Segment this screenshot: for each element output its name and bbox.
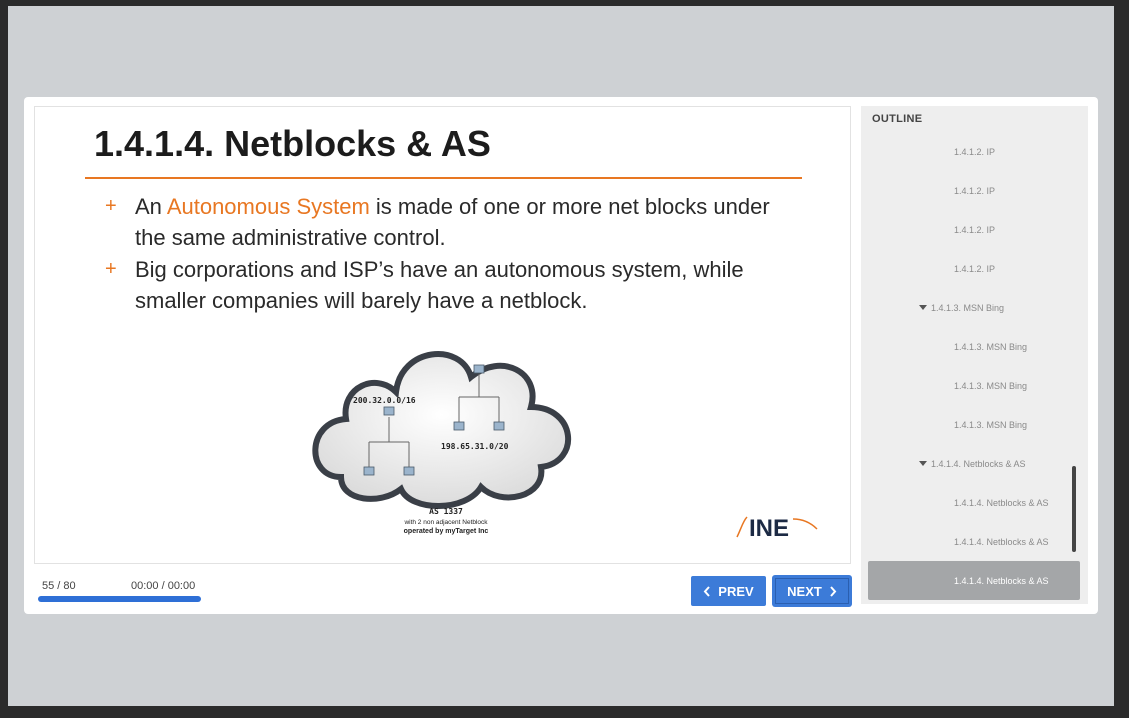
- cloud-shape: [312, 351, 571, 509]
- caret-down-icon: [919, 305, 927, 310]
- outline-item-label: 1.4.1.4. Netblocks & AS: [931, 458, 1026, 469]
- outline-item[interactable]: 1.4.1.2. IP: [861, 171, 1080, 210]
- computer-icon: [473, 364, 485, 374]
- outline-item[interactable]: 1.4.1.3. MSN Bing: [861, 327, 1080, 366]
- outline-scrollbar[interactable]: [1072, 466, 1076, 552]
- caret-down-icon: [919, 461, 927, 466]
- bullet-highlight: Autonomous System: [166, 194, 370, 219]
- prev-button-label: PREV: [718, 583, 754, 599]
- slide-canvas: 1.4.1.4. Netblocks & AS + An Autonomous …: [34, 106, 851, 564]
- outline-item-label: 1.4.1.2. IP: [954, 224, 996, 235]
- slide-title: 1.4.1.4. Netblocks & AS: [94, 123, 491, 164]
- netblock-label: 200.32.0.0/16: [353, 396, 416, 405]
- bullet-item: + An Autonomous System is made of one or…: [105, 191, 795, 253]
- logo-text: INE: [749, 515, 789, 541]
- outline-section[interactable]: 1.4.1.4. Netblocks & AS: [861, 444, 1080, 483]
- outline-item-label: 1.4.1.3. MSN Bing: [954, 380, 1028, 391]
- outline-item-active[interactable]: 1.4.1.4. Netblocks & AS: [868, 561, 1080, 600]
- bullet-item: + Big corporations and ISP’s have an aut…: [105, 254, 795, 316]
- outline-item[interactable]: 1.4.1.3. MSN Bing: [861, 366, 1080, 405]
- bullet-text: An: [135, 194, 167, 219]
- outline-item[interactable]: 1.4.1.4. Netblocks & AS: [861, 483, 1080, 522]
- outline-item-label: 1.4.1.2. IP: [954, 146, 996, 157]
- netblock-label: 198.65.31.0/20: [441, 442, 509, 451]
- outline-item-label: 1.4.1.3. MSN Bing: [931, 302, 1005, 313]
- as-sublabel: operated by myTarget Inc: [404, 528, 489, 535]
- slide-counter: 55 / 80: [42, 580, 76, 592]
- outline-item[interactable]: 1.4.1.3. MSN Bing: [861, 405, 1080, 444]
- network-cloud-diagram: 200.32.0.0/16 198.65.31.0/20 AS 1337 wit…: [312, 351, 571, 535]
- computer-icon: [403, 466, 415, 476]
- outline-item-label: 1.4.1.4. Netblocks & AS: [954, 497, 1049, 508]
- computer-icon: [453, 421, 465, 431]
- plus-icon: +: [105, 258, 117, 280]
- next-button[interactable]: NEXT: [773, 576, 851, 606]
- computer-icon: [493, 421, 505, 431]
- prev-button[interactable]: PREV: [691, 576, 766, 606]
- as-label: AS 1337: [429, 507, 463, 516]
- title-divider: [85, 177, 802, 179]
- chevron-right-icon: [830, 585, 837, 597]
- computer-icon: [383, 406, 395, 416]
- outline-item[interactable]: 1.4.1.2. IP: [861, 132, 1080, 171]
- outline-item[interactable]: 1.4.1.4. Netblocks & AS: [861, 522, 1080, 561]
- next-button-label: NEXT: [787, 583, 822, 599]
- outline-item-label: 1.4.1.4. Netblocks & AS: [954, 575, 1049, 586]
- outline-item-label: 1.4.1.4. Netblocks & AS: [954, 536, 1049, 547]
- progress-bar[interactable]: [38, 596, 201, 602]
- bullet-list: + An Autonomous System is made of one or…: [105, 191, 795, 317]
- outline-item[interactable]: 1.4.1.2. IP: [861, 210, 1080, 249]
- outline-item[interactable]: 1.4.1.2. IP: [861, 249, 1080, 288]
- outline-item-label: 1.4.1.3. MSN Bing: [954, 341, 1028, 352]
- chevron-left-icon: [703, 585, 711, 597]
- plus-icon: +: [105, 195, 117, 217]
- as-sublabel: with 2 non adjacent Netblock: [403, 519, 488, 526]
- computer-icon: [363, 466, 375, 476]
- outline-section[interactable]: 1.4.1.3. MSN Bing: [861, 288, 1080, 327]
- playback-time: 00:00 / 00:00: [131, 580, 196, 592]
- outline-panel: OUTLINE 1.4.1.2. IP 1.4.1.2. IP 1.4.1.2. I…: [861, 106, 1088, 604]
- bullet-text: Big corporations and ISP’s have an auton…: [135, 257, 744, 313]
- outline-item-label: 1.4.1.2. IP: [954, 263, 996, 274]
- ine-logo: INE: [736, 515, 818, 541]
- outline-item-label: 1.4.1.2. IP: [954, 185, 996, 196]
- outline-heading: OUTLINE: [872, 113, 923, 125]
- outline-item-label: 1.4.1.3. MSN Bing: [954, 419, 1028, 430]
